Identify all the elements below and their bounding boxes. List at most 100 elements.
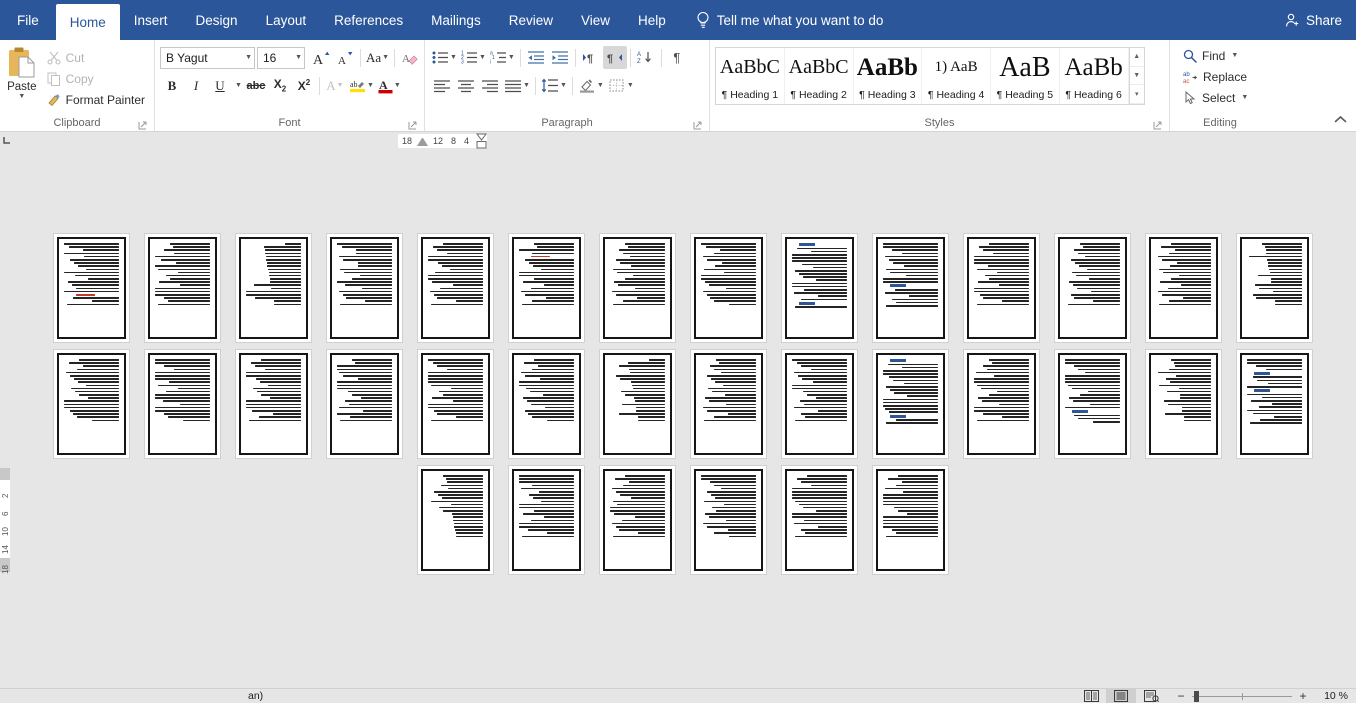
justify-icon[interactable]: ▼: [502, 74, 532, 97]
page-thumbnail[interactable]: [872, 465, 949, 575]
underline-icon[interactable]: U: [208, 74, 232, 97]
page-thumbnail[interactable]: [781, 233, 858, 343]
chevron-down-icon[interactable]: ▼: [1241, 94, 1248, 101]
page-thumbnail[interactable]: [508, 233, 585, 343]
find-button[interactable]: Find ▼: [1179, 45, 1252, 66]
page-thumbnail[interactable]: [599, 465, 676, 575]
page-thumbnail[interactable]: [690, 349, 767, 459]
page-thumbnail[interactable]: [508, 349, 585, 459]
shrink-font-icon[interactable]: A: [333, 46, 357, 69]
clipboard-dialog-launcher[interactable]: [138, 121, 147, 130]
page-thumbnail[interactable]: [144, 233, 221, 343]
italic-icon[interactable]: I: [184, 74, 208, 97]
borders-icon[interactable]: ▼: [606, 74, 636, 97]
web-layout-button[interactable]: [1136, 689, 1166, 703]
bullets-icon[interactable]: ▼: [430, 46, 459, 69]
font-dialog-launcher[interactable]: [408, 121, 417, 130]
tab-insert[interactable]: Insert: [120, 0, 182, 40]
zoom-control[interactable]: − + 10 %: [1176, 689, 1348, 703]
chevron-down-icon[interactable]: ▼: [245, 54, 252, 61]
page-thumbnail[interactable]: [53, 233, 130, 343]
chevron-down-icon[interactable]: ▼: [18, 93, 25, 100]
page-thumbnail[interactable]: [599, 233, 676, 343]
grow-font-icon[interactable]: A: [309, 46, 333, 69]
style-heading-1[interactable]: AaBbC ¶ Heading 1: [716, 48, 785, 104]
tab-layout[interactable]: Layout: [252, 0, 321, 40]
style-heading-3[interactable]: AaBb ¶ Heading 3: [854, 48, 923, 104]
zoom-level-label[interactable]: 10 %: [1314, 690, 1348, 702]
tab-view[interactable]: View: [567, 0, 624, 40]
tell-me-box[interactable]: Tell me what you want to do: [696, 0, 883, 40]
page-thumbnail[interactable]: [326, 233, 403, 343]
align-center-icon[interactable]: [454, 74, 478, 97]
read-mode-button[interactable]: [1076, 689, 1106, 703]
cut-button[interactable]: Cut: [43, 47, 149, 68]
styles-dialog-launcher[interactable]: [1153, 121, 1162, 130]
text-effects-icon[interactable]: A ▼: [323, 74, 347, 97]
page-thumbnail[interactable]: [872, 233, 949, 343]
page-thumbnail[interactable]: [963, 349, 1040, 459]
copy-button[interactable]: Copy: [43, 68, 149, 89]
styles-gallery[interactable]: AaBbC ¶ Heading 1 AaBbC ¶ Heading 2 AaBb…: [715, 47, 1145, 105]
chevron-down-icon[interactable]: ▼: [295, 54, 302, 61]
page-thumbnail[interactable]: [508, 465, 585, 575]
tab-home[interactable]: Home: [55, 4, 120, 40]
rtl-text-direction-icon[interactable]: ¶: [602, 46, 627, 69]
page-thumbnail[interactable]: [326, 349, 403, 459]
format-painter-button[interactable]: Format Painter: [43, 89, 149, 110]
clear-formatting-icon[interactable]: A: [398, 46, 422, 69]
page-thumbnail[interactable]: [1236, 233, 1313, 343]
tab-review[interactable]: Review: [495, 0, 567, 40]
tab-help[interactable]: Help: [624, 0, 680, 40]
change-case-icon[interactable]: Aa ▼: [364, 46, 391, 69]
paragraph-dialog-launcher[interactable]: [693, 121, 702, 130]
page-thumbnail[interactable]: [690, 233, 767, 343]
page-thumbnail[interactable]: [781, 465, 858, 575]
paste-button[interactable]: Paste ▼: [5, 44, 39, 100]
style-heading-6[interactable]: AaBb ¶ Heading 6: [1060, 48, 1129, 104]
horizontal-ruler[interactable]: 18 12 8 4: [0, 132, 1356, 150]
print-layout-button[interactable]: [1106, 688, 1136, 703]
bold-icon[interactable]: B: [160, 74, 184, 97]
share-button[interactable]: Share: [1284, 0, 1342, 40]
tab-references[interactable]: References: [320, 0, 417, 40]
style-heading-4[interactable]: 1) AaB ¶ Heading 4: [922, 48, 991, 104]
tab-file[interactable]: File: [0, 0, 56, 40]
align-left-icon[interactable]: [430, 74, 454, 97]
select-button[interactable]: Select ▼: [1179, 87, 1252, 108]
zoom-in-button[interactable]: +: [1298, 689, 1308, 703]
page-thumbnail[interactable]: [781, 349, 858, 459]
page-thumbnail[interactable]: [235, 233, 312, 343]
superscript-icon[interactable]: X2: [292, 74, 316, 97]
strikethrough-icon[interactable]: abc: [244, 74, 268, 97]
right-indent-marker[interactable]: [476, 133, 488, 149]
font-color-icon[interactable]: A ▼: [376, 74, 403, 97]
page-thumbnail[interactable]: [872, 349, 949, 459]
page-thumbnail[interactable]: [144, 349, 221, 459]
page-thumbnail[interactable]: [1145, 349, 1222, 459]
zoom-slider[interactable]: [1192, 690, 1292, 702]
show-formatting-marks-icon[interactable]: ¶: [665, 46, 689, 69]
zoom-slider-thumb[interactable]: [1194, 690, 1199, 702]
chevron-up-icon[interactable]: [1330, 110, 1350, 128]
chevron-down-icon[interactable]: ▼: [1231, 52, 1238, 59]
highlight-color-icon[interactable]: ab ▼: [347, 74, 376, 97]
font-size-input[interactable]: 16 ▼: [257, 46, 305, 69]
scroll-down-icon[interactable]: ▼: [1129, 67, 1145, 86]
styles-gallery-scroll[interactable]: ▲ ▼ ▾: [1128, 48, 1145, 105]
more-styles-icon[interactable]: ▾: [1129, 85, 1145, 105]
numbering-icon[interactable]: 123 ▼: [459, 46, 488, 69]
tab-design[interactable]: Design: [182, 0, 252, 40]
replace-button[interactable]: ab ac Replace: [1179, 66, 1252, 87]
page-thumbnail[interactable]: [1236, 349, 1313, 459]
shading-icon[interactable]: ▼: [576, 74, 606, 97]
sort-icon[interactable]: AZ: [634, 46, 658, 69]
page-thumbnail[interactable]: [599, 349, 676, 459]
style-heading-5[interactable]: AaB ¶ Heading 5: [991, 48, 1060, 104]
multilevel-list-icon[interactable]: a1i ▼: [488, 46, 517, 69]
page-thumbnail[interactable]: [690, 465, 767, 575]
page-thumbnail[interactable]: [1145, 233, 1222, 343]
left-indent-marker[interactable]: [417, 137, 429, 146]
scroll-up-icon[interactable]: ▲: [1129, 48, 1145, 67]
font-name-input[interactable]: B Yagut ▼: [160, 46, 255, 69]
